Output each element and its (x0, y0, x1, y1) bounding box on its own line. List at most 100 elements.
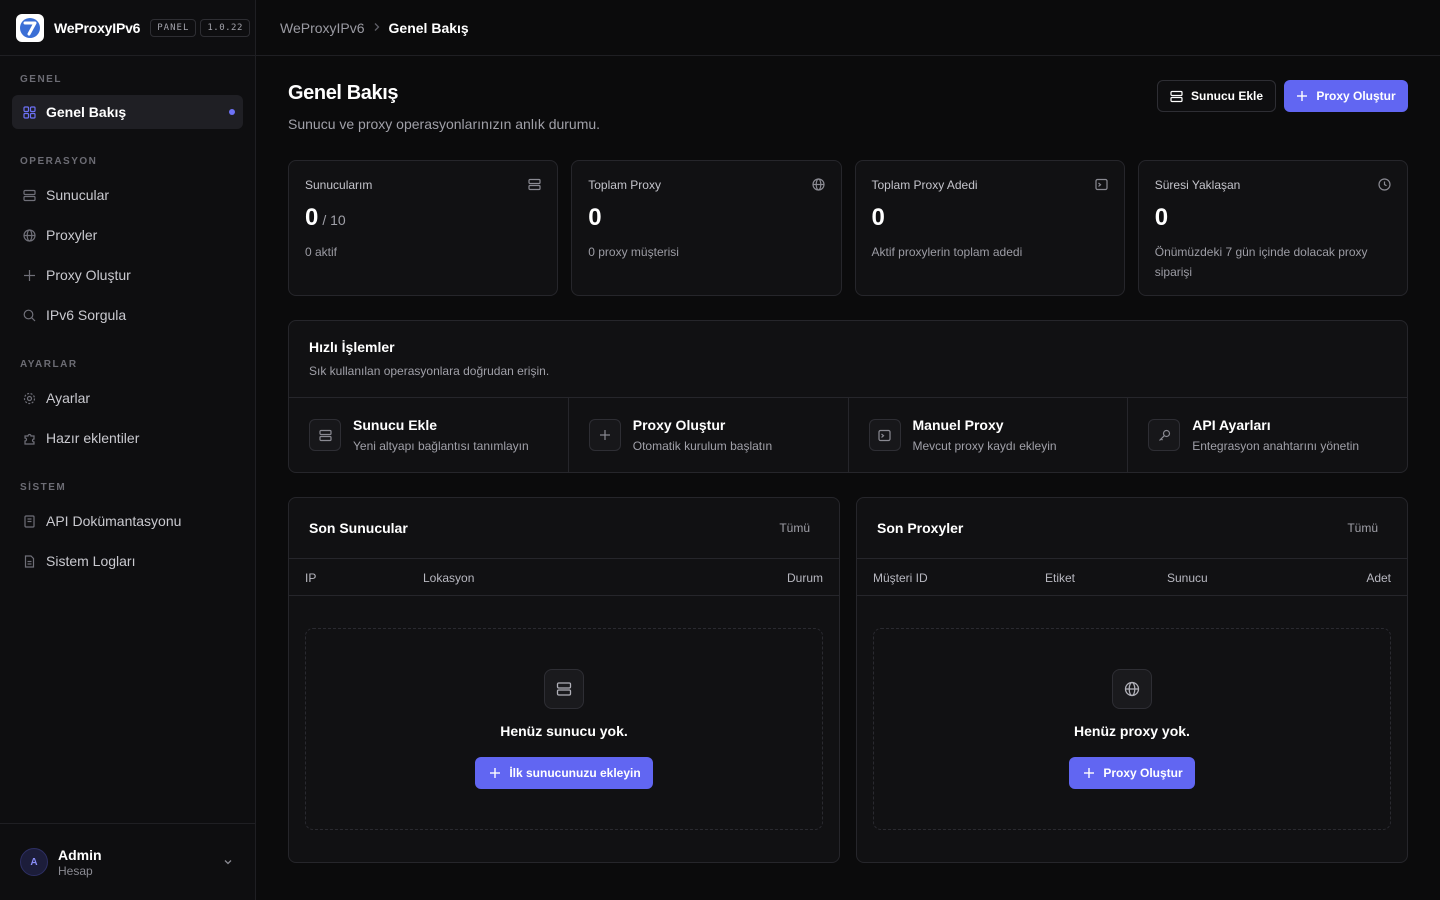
quick-action-create-proxy[interactable]: Proxy Oluştur Otomatik kurulum başlatın (569, 398, 849, 472)
globe-icon (811, 178, 825, 194)
add-server-button[interactable]: Sunucu Ekle (1157, 80, 1276, 112)
create-proxy-button[interactable]: Proxy Oluştur (1284, 80, 1408, 112)
quick-action-api-settings[interactable]: API Ayarları Entegrasyon anahtarını yöne… (1128, 398, 1407, 472)
column-header-status: Durum (786, 571, 823, 585)
terminal-icon (1095, 178, 1108, 194)
table-header: IP Lokasyon Durum (289, 559, 839, 596)
key-icon (1148, 419, 1181, 451)
empty-state-text: Henüz sunucu yok. (500, 723, 628, 739)
stat-label: Toplam Proxy (588, 178, 661, 192)
stat-value: 0 (305, 204, 319, 231)
breadcrumb-root[interactable]: WeProxyIPv6 (280, 20, 365, 36)
sidebar-item-proxyler[interactable]: Proxyler (12, 218, 243, 252)
quick-action-subtitle: Otomatik kurulum başlatın (632, 439, 773, 453)
active-dot (229, 109, 235, 115)
book-icon (22, 514, 36, 528)
chevron-down-icon[interactable] (223, 854, 233, 870)
quick-action-title: Sunucu Ekle (353, 417, 438, 433)
section-label-sistem: SİSTEM (20, 482, 67, 493)
search-icon (22, 308, 36, 322)
stat-desc: 0 proxy müşterisi (588, 245, 679, 259)
column-header-count: Adet (1366, 571, 1391, 585)
stat-suffix: / 10 (322, 212, 346, 228)
plus-icon (1083, 767, 1095, 779)
puzzle-icon (22, 431, 36, 445)
panel-title: Son Proxyler (877, 520, 964, 536)
stat-label: Süresi Yaklaşan (1154, 178, 1241, 192)
stat-label: Toplam Proxy Adedi (871, 178, 978, 192)
sidebar-item-genel-bakis[interactable]: Genel Bakış (12, 95, 243, 129)
view-all-proxies-link[interactable]: Tümü (1347, 521, 1378, 535)
user-name: Admin (58, 846, 102, 863)
add-first-server-button[interactable]: İlk sunucunuzu ekleyin (475, 757, 653, 789)
quick-action-subtitle: Entegrasyon anahtarını yönetin (1192, 439, 1360, 453)
empty-state: Henüz proxy yok. Proxy Oluştur (873, 628, 1391, 830)
sidebar-item-proxy-olustur[interactable]: Proxy Oluştur (12, 258, 243, 292)
grid-icon (22, 105, 36, 119)
sidebar-item-ayarlar[interactable]: Ayarlar (12, 381, 243, 415)
quick-action-title: Proxy Oluştur (632, 417, 726, 433)
empty-state: Henüz sunucu yok. İlk sunucunuzu ekleyin (305, 628, 823, 830)
stat-card-total-proxy: Toplam Proxy 0 0 proxy müşterisi (571, 160, 842, 296)
gear-icon (22, 391, 36, 405)
quick-action-subtitle: Mevcut proxy kaydı ekleyin (912, 439, 1057, 453)
recent-proxies-panel: Son Proxyler Tümü Müşteri ID Etiket Sunu… (856, 497, 1408, 863)
sidebar-item-label: IPv6 Sorgula (46, 307, 127, 323)
create-proxy-empty-button[interactable]: Proxy Oluştur (1069, 757, 1195, 789)
section-label-ayarlar: AYARLAR (20, 359, 78, 370)
server-icon (544, 669, 584, 709)
panel-badge: PANEL (150, 18, 197, 37)
view-all-servers-link[interactable]: Tümü (779, 521, 810, 535)
sidebar: WeProxyIPv6 PANEL 1.0.22 GENEL Genel Bak… (0, 0, 256, 900)
sidebar-nav: GENEL Genel Bakış OPERASYON Sunucular Pr… (0, 74, 255, 578)
section-label-operasyon: OPERASYON (20, 156, 98, 167)
logo-icon[interactable] (16, 13, 44, 42)
chevron-right-icon (373, 21, 381, 35)
stat-desc: Önümüzdeki 7 gün içinde dolacak proxy si… (1154, 245, 1368, 279)
file-icon (22, 554, 36, 568)
create-proxy-empty-label: Proxy Oluştur (1103, 766, 1183, 780)
quick-actions-card: Hızlı İşlemler Sık kullanılan operasyonl… (288, 320, 1408, 473)
sidebar-item-api-dokumantasyonu[interactable]: API Dokümantasyonu (12, 504, 243, 538)
quick-action-add-server[interactable]: Sunucu Ekle Yeni altyapı bağlantısı tanı… (289, 398, 569, 472)
column-header-customer-id: Müşteri ID (873, 571, 928, 585)
panel-title: Son Sunucular (309, 520, 408, 536)
stat-card-servers: Sunucularım 0/ 10 0 aktif (288, 160, 559, 296)
user-role: Hesap (58, 863, 93, 878)
plus-icon (588, 419, 621, 451)
quick-action-title: API Ayarları (1192, 417, 1271, 433)
stat-label: Sunucularım (305, 178, 373, 192)
stat-value: 0 (588, 204, 602, 231)
quick-actions-subtitle: Sık kullanılan operasyonlara doğrudan er… (309, 364, 550, 378)
table-header: Müşteri ID Etiket Sunucu Adet (857, 559, 1407, 596)
sidebar-item-label: Ayarlar (46, 390, 91, 406)
quick-action-manual-proxy[interactable]: Manuel Proxy Mevcut proxy kaydı ekleyin (849, 398, 1129, 472)
server-icon (309, 419, 341, 451)
sidebar-item-label: Proxy Oluştur (46, 267, 131, 283)
brand: WeProxyIPv6 PANEL 1.0.22 (0, 0, 255, 56)
stat-card-proxy-count: Toplam Proxy Adedi 0 Aktif proxylerin to… (854, 160, 1125, 296)
terminal-icon (868, 419, 901, 451)
quick-actions-title: Hızlı İşlemler (309, 339, 395, 355)
sidebar-item-sistem-loglari[interactable]: Sistem Logları (12, 544, 243, 578)
server-icon (528, 178, 541, 194)
user-menu[interactable]: A Admin Hesap (0, 823, 255, 900)
version-badge: 1.0.22 (200, 18, 250, 37)
stat-desc: 0 aktif (305, 245, 338, 259)
sidebar-item-label: Sunucular (46, 187, 110, 203)
sidebar-item-hazir-eklentiler[interactable]: Hazır eklentiler (12, 421, 243, 455)
breadcrumb-current: Genel Bakış (388, 19, 469, 36)
page-subtitle: Sunucu ve proxy operasyonlarınızın anlık… (288, 116, 601, 132)
add-first-server-label: İlk sunucunuzu ekleyin (509, 766, 641, 780)
server-icon (1170, 90, 1183, 103)
sidebar-item-ipv6-sorgula[interactable]: IPv6 Sorgula (12, 298, 243, 332)
plus-icon (1296, 90, 1308, 102)
globe-icon (1112, 669, 1152, 709)
page-title: Genel Bakış (288, 82, 399, 104)
column-header-ip: IP (305, 571, 317, 585)
sidebar-item-label: Genel Bakış (46, 104, 127, 120)
column-header-label: Etiket (1045, 571, 1076, 585)
clock-icon (1378, 178, 1391, 194)
sidebar-item-sunucular[interactable]: Sunucular (12, 178, 243, 212)
avatar: A (20, 848, 48, 876)
